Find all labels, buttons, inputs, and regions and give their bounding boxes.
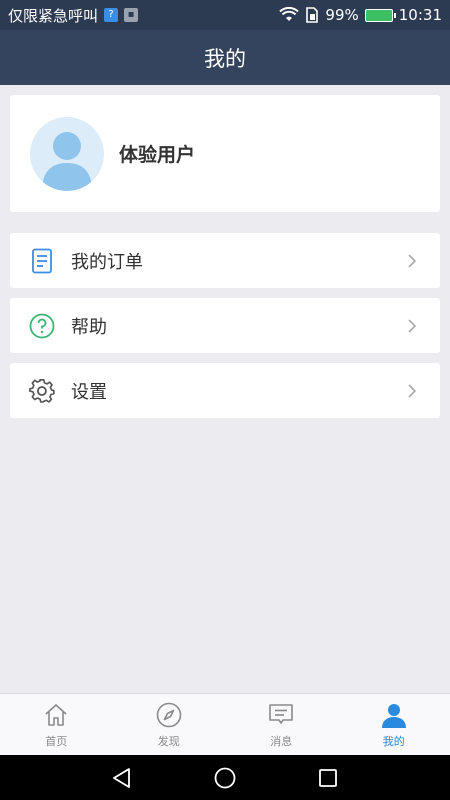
- help-question-icon: [28, 312, 56, 340]
- carrier-text: 仅限紧急呼叫: [8, 6, 99, 25]
- tab-label: 首页: [45, 734, 68, 748]
- default-avatar-icon: [42, 131, 92, 191]
- menu-item-label: 设置: [71, 381, 107, 403]
- chevron-right-icon: [408, 318, 417, 333]
- home-circle-icon: [214, 767, 236, 788]
- notification-image-icon: ▪: [124, 8, 139, 22]
- compass-icon: [156, 702, 182, 727]
- tab-label: 我的: [382, 734, 405, 748]
- menu-item-orders[interactable]: 我的订单: [10, 233, 440, 288]
- profile-card[interactable]: 体验用户: [10, 95, 440, 212]
- menu-item-help[interactable]: 帮助: [10, 298, 440, 353]
- sim-card-icon: [306, 7, 319, 23]
- tab-home[interactable]: 首页: [0, 694, 113, 755]
- tab-mine[interactable]: 我的: [338, 694, 450, 755]
- user-icon: [381, 703, 406, 728]
- status-bar: 仅限紧急呼叫 ? ▪ 99% 10:31: [0, 0, 450, 30]
- settings-gear-icon: [28, 377, 56, 405]
- battery-icon: [364, 8, 396, 22]
- page-title: 我的: [204, 46, 246, 71]
- tab-messages[interactable]: 消息: [225, 694, 338, 755]
- menu-item-settings[interactable]: 设置: [10, 363, 440, 418]
- wifi-icon: [279, 7, 300, 21]
- recents-square-icon: [319, 768, 338, 787]
- chevron-right-icon: [408, 253, 417, 268]
- tab-discover[interactable]: 发现: [113, 694, 226, 755]
- home-button[interactable]: [212, 765, 238, 791]
- tab-label: 发现: [157, 734, 180, 748]
- system-nav-bar: [0, 755, 450, 800]
- order-document-icon: [28, 247, 56, 275]
- back-triangle-icon: [112, 767, 130, 788]
- avatar[interactable]: [30, 116, 104, 191]
- back-button[interactable]: [109, 765, 135, 791]
- recents-button[interactable]: [315, 765, 341, 791]
- menu-item-label: 帮助: [71, 316, 107, 338]
- tab-label: 消息: [270, 734, 293, 748]
- clock: 10:31: [398, 6, 442, 24]
- message-icon: [269, 703, 294, 724]
- home-icon: [45, 703, 67, 726]
- notification-help-icon: ?: [104, 8, 119, 22]
- battery-percent: 99%: [325, 6, 359, 24]
- bottom-tab-bar: 首页 发现 消息 我的: [0, 693, 450, 755]
- chevron-right-icon: [408, 383, 417, 398]
- menu-item-label: 我的订单: [71, 251, 143, 273]
- page-title-bar: 我的: [0, 30, 450, 85]
- username: 体验用户: [119, 144, 196, 166]
